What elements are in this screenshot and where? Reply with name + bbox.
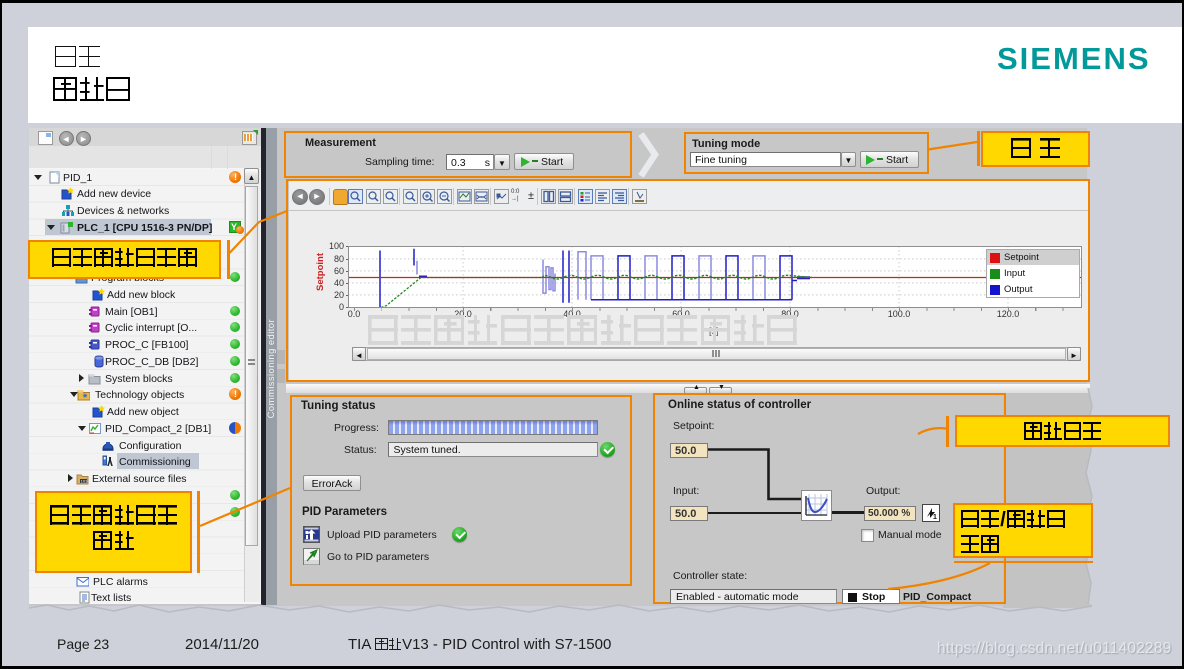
svg-text:1: 1 <box>933 514 937 521</box>
svg-text:101: 101 <box>81 479 88 484</box>
